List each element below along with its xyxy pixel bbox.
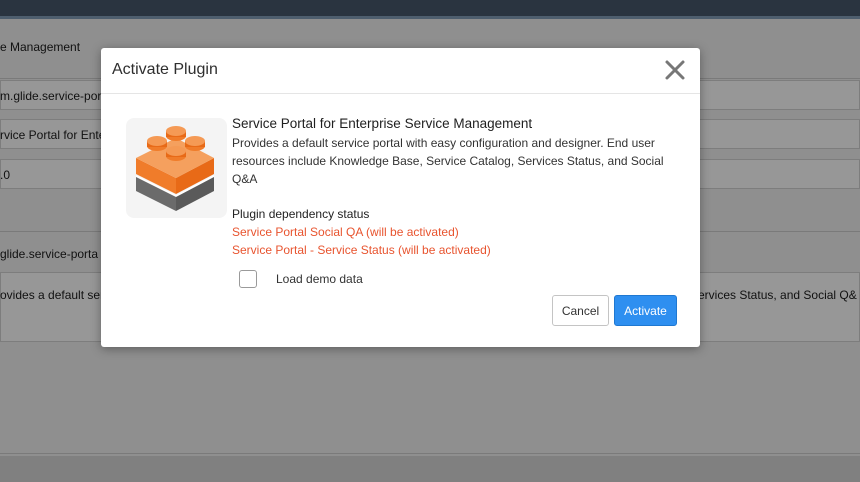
activate-button[interactable]: Activate [614,295,677,326]
close-icon [665,60,685,80]
bg-field-version: .0 [0,168,11,182]
activate-plugin-dialog: Activate Plugin Service Portal for Enter… [101,48,700,347]
load-demo-data-label[interactable]: Load demo data [276,272,363,286]
bg-field-id: m.glide.service-por [0,89,102,103]
page-footer [0,456,860,482]
bg-field-title: rvice Portal for Ente [0,128,106,142]
close-button[interactable] [662,57,688,83]
plugin-description: Provides a default service portal with e… [232,136,664,186]
dependency-item: Service Portal Social QA (will be activa… [232,225,459,239]
divider [0,453,860,454]
bg-field-description-end: ervices Status, and Social Q& [698,288,857,302]
load-demo-data-checkbox[interactable] [239,270,257,288]
bg-field-scope: glide.service-porta [0,247,99,261]
dialog-title: Activate Plugin [112,61,218,78]
app-top-bar [0,0,860,16]
plugin-blocks-icon [126,118,227,218]
bg-field-name: e Management [0,40,81,54]
dependency-status-label: Plugin dependency status [232,207,370,221]
dialog-header: Activate Plugin [101,48,700,94]
cancel-button[interactable]: Cancel [552,295,609,326]
plugin-title: Service Portal for Enterprise Service Ma… [232,116,533,131]
bg-field-description: ovides a default ser [0,288,105,302]
dependency-item: Service Portal - Service Status (will be… [232,243,491,257]
